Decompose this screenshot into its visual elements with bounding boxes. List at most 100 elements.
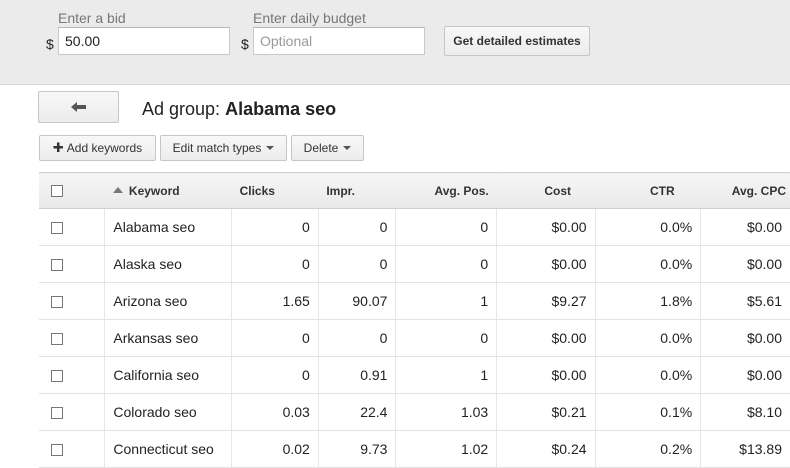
impr-header[interactable]: Impr.	[318, 172, 396, 209]
budget-currency: $	[241, 36, 249, 52]
select-cell	[39, 245, 105, 283]
avg-cpc-cell: $5.61	[700, 282, 790, 320]
impr-cell: 0	[317, 245, 396, 283]
keyword-header[interactable]: Keyword	[104, 172, 232, 209]
keyword-cell[interactable]: California seo	[104, 356, 232, 394]
select-cell	[39, 393, 105, 431]
ad-group-name: Alabama seo	[225, 99, 337, 119]
row-checkbox[interactable]	[51, 259, 63, 272]
keyword-cell[interactable]: Arkansas seo	[104, 319, 232, 357]
ctr-cell: 0.1%	[594, 393, 701, 431]
avg-cpc-cell: $0.00	[700, 319, 790, 357]
row-checkbox[interactable]	[51, 407, 63, 420]
avg-cpc-header[interactable]: Avg. CPC	[700, 172, 790, 209]
row-checkbox[interactable]	[51, 333, 63, 346]
budget-label: Enter daily budget	[253, 10, 366, 26]
cost-cell: $9.27	[496, 282, 596, 320]
row-checkbox[interactable]	[51, 370, 63, 383]
table-row: California seo 0 0.91 1 $0.00 0.0% $0.00	[39, 356, 790, 394]
caret-down-icon	[343, 146, 352, 150]
ctr-header[interactable]: CTR	[595, 172, 701, 209]
clicks-cell: 0	[231, 208, 319, 246]
clicks-cell: 0	[231, 356, 319, 394]
avg-pos-cell: 1.02	[395, 430, 497, 468]
add-keywords-label: Add keywords	[66, 141, 143, 155]
ctr-cell: 0.0%	[594, 319, 701, 357]
add-keywords-button[interactable]: ✚ Add keywords	[39, 135, 156, 161]
select-all-cell	[39, 172, 105, 209]
cost-cell: $0.00	[496, 319, 596, 357]
impr-cell: 0.91	[317, 356, 396, 394]
ctr-cell: 1.8%	[594, 282, 701, 320]
cost-cell: $0.24	[496, 430, 596, 468]
select-cell	[39, 319, 105, 357]
row-checkbox[interactable]	[51, 444, 63, 457]
delete-button[interactable]: Delete	[291, 135, 364, 161]
ctr-cell: 0.0%	[594, 245, 701, 283]
avg-pos-cell: 0	[395, 245, 497, 283]
select-all-checkbox[interactable]	[51, 185, 63, 198]
row-checkbox[interactable]	[51, 296, 63, 309]
bid-input[interactable]: 50.00	[58, 27, 230, 55]
avg-pos-cell: 1	[395, 356, 497, 394]
row-checkbox[interactable]	[51, 222, 63, 235]
table-header-row: Keyword Clicks Impr. Avg. Pos. Cost CTR …	[39, 172, 790, 209]
get-estimates-button[interactable]: Get detailed estimates	[444, 26, 590, 56]
table-row: Alaska seo 0 0 0 $0.00 0.0% $0.00	[39, 245, 790, 283]
edit-match-types-button[interactable]: Edit match types	[160, 135, 287, 161]
cost-cell: $0.21	[496, 393, 596, 431]
delete-label: Delete	[303, 141, 339, 155]
table-row: Arkansas seo 0 0 0 $0.00 0.0% $0.00	[39, 319, 790, 357]
impr-cell: 0	[317, 208, 396, 246]
select-cell	[39, 282, 105, 320]
sort-ascending-icon	[112, 187, 123, 194]
ad-group-prefix: Ad group:	[142, 99, 221, 119]
impr-cell: 0	[317, 319, 396, 357]
avg-pos-cell: 0	[395, 319, 497, 357]
keyword-cell[interactable]: Alabama seo	[104, 208, 232, 246]
clicks-cell: 0.03	[231, 393, 319, 431]
avg-cpc-cell: $0.00	[700, 356, 790, 394]
clicks-cell: 0.02	[231, 430, 319, 468]
avg-cpc-cell: $0.00	[700, 245, 790, 283]
ctr-cell: 0.0%	[594, 208, 701, 246]
select-cell	[39, 430, 105, 468]
caret-down-icon	[266, 146, 275, 150]
cost-cell: $0.00	[496, 208, 596, 246]
keywords-table: Keyword Clicks Impr. Avg. Pos. Cost CTR …	[39, 172, 790, 468]
keyword-cell[interactable]: Colorado seo	[104, 393, 232, 431]
cost-cell: $0.00	[496, 245, 596, 283]
plus-icon: ✚	[52, 140, 64, 155]
impr-cell: 9.73	[317, 430, 396, 468]
clicks-cell: 0	[231, 319, 319, 357]
impr-cell: 90.07	[317, 282, 396, 320]
avg-pos-cell: 1	[395, 282, 497, 320]
budget-input[interactable]: Optional	[253, 27, 425, 55]
clicks-cell: 1.65	[231, 282, 319, 320]
bid-currency: $	[46, 36, 54, 52]
avg-pos-cell: 1.03	[395, 393, 497, 431]
back-button[interactable]	[38, 91, 119, 123]
cost-cell: $0.00	[496, 356, 596, 394]
estimate-bar: Enter a bid $ 50.00 Enter daily budget $…	[0, 0, 790, 85]
ctr-cell: 0.0%	[594, 356, 701, 394]
avg-pos-cell: 0	[395, 208, 497, 246]
avg-cpc-cell: $8.10	[700, 393, 790, 431]
avg-cpc-cell: $0.00	[700, 208, 790, 246]
select-cell	[39, 356, 105, 394]
cost-header[interactable]: Cost	[496, 172, 596, 209]
clicks-header[interactable]: Clicks	[231, 172, 319, 209]
keyword-cell[interactable]: Connecticut seo	[104, 430, 232, 468]
bid-label: Enter a bid	[58, 10, 126, 26]
avg-pos-header[interactable]: Avg. Pos.	[395, 172, 497, 209]
keyword-cell[interactable]: Arizona seo	[104, 282, 232, 320]
ctr-cell: 0.2%	[594, 430, 701, 468]
table-row: Alabama seo 0 0 0 $0.00 0.0% $0.00	[39, 208, 790, 246]
clicks-cell: 0	[231, 245, 319, 283]
select-cell	[39, 208, 105, 246]
impr-cell: 22.4	[317, 393, 396, 431]
edit-match-types-label: Edit match types	[172, 141, 262, 155]
keyword-cell[interactable]: Alaska seo	[104, 245, 232, 283]
table-row: Arizona seo 1.65 90.07 1 $9.27 1.8% $5.61	[39, 282, 790, 320]
table-row: Colorado seo 0.03 22.4 1.03 $0.21 0.1% $8.10	[39, 393, 790, 431]
